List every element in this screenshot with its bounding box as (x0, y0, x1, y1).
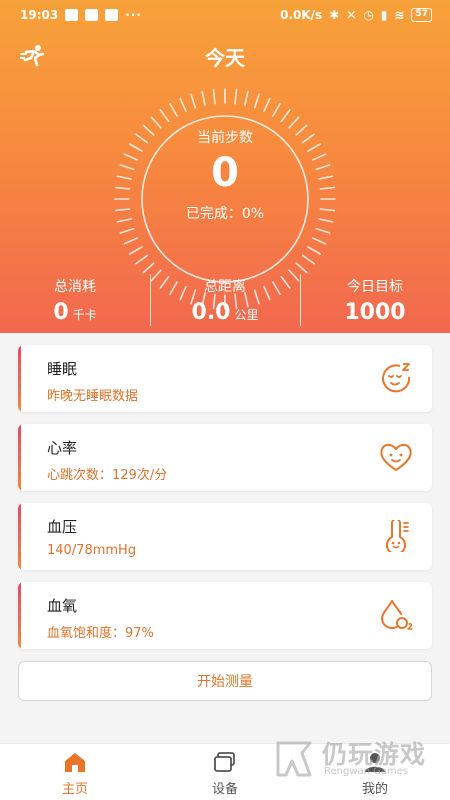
dial-tick (315, 227, 331, 234)
more-notifications-icon: ··· (125, 8, 142, 22)
stats-row: 总消耗 0 千卡 总距离 0.0 公里 今日目标 1000 (0, 270, 450, 330)
card-accent-bar (18, 582, 21, 649)
card-heart-rate[interactable]: 心率 心跳次数：129次/分 (18, 424, 432, 491)
dial-tick (212, 88, 216, 105)
card-accent-bar (18, 345, 21, 412)
dial-tick (123, 237, 139, 245)
status-bar: 19:03 ··· 0.0K/s ✱ ✕ ◷ ▮ ≋ 57 (0, 0, 450, 30)
device-icon (214, 752, 235, 772)
dial-tick (179, 97, 187, 113)
dial-tick (201, 90, 206, 106)
stat-unit: 公里 (234, 308, 259, 322)
runner-icon[interactable] (20, 44, 46, 68)
card-title: 血氧 (47, 597, 78, 615)
steps-completion: 已完成：0% (185, 206, 265, 222)
app-notification-icon (105, 9, 119, 21)
bluetooth-icon: ✱ (329, 8, 340, 22)
tab-home[interactable]: 主页 (0, 744, 150, 800)
message-icon (85, 9, 99, 21)
health-cards: 睡眠 昨晚无睡眠数据 心率 心跳次数：129次/分 血压 140/78mmHg … (18, 345, 432, 661)
stat-label: 总消耗 (54, 279, 96, 295)
dial-tick (263, 97, 271, 113)
tab-device[interactable]: 设备 (150, 744, 300, 800)
bottom-tab-bar: 主页 设备 我的 (0, 743, 450, 800)
stat-unit: 千卡 (72, 308, 97, 322)
mute-icon: ✕ (346, 8, 357, 22)
profile-icon (365, 753, 385, 772)
card-subtitle: 140/78mmHg (47, 543, 137, 558)
card-accent-bar (18, 424, 21, 491)
stat-label: 今日目标 (347, 279, 403, 295)
dial-tick (244, 90, 249, 106)
steps-label: 当前步数 (197, 130, 253, 146)
status-time: 19:03 (20, 8, 59, 22)
stat-value: 1000 (344, 300, 406, 325)
dial-tick (135, 254, 149, 265)
tab-label: 设备 (211, 782, 238, 797)
wifi-icon: ≋ (394, 8, 405, 22)
header: 19:03 ··· 0.0K/s ✱ ✕ ◷ ▮ ≋ 57 今天 当前步数 0 … (0, 0, 450, 333)
sleep-face-icon (382, 363, 411, 393)
page-title: 今天 (205, 45, 245, 70)
stat-value: 0 (53, 300, 69, 325)
signal-icon: ▮ (380, 8, 388, 22)
dial-tick (280, 109, 291, 123)
card-accent-bar (18, 503, 21, 570)
oxygen-drop-icon (380, 600, 413, 630)
dial-tick (119, 227, 135, 234)
heart-face-icon (380, 443, 412, 471)
dial-tick (190, 93, 197, 109)
stat-distance: 总距离 0.0 公里 (150, 270, 300, 330)
tab-profile[interactable]: 我的 (300, 744, 450, 800)
card-subtitle: 血氧饱和度：97% (47, 626, 154, 641)
dial-tick (128, 246, 143, 255)
dial-tick (169, 102, 178, 117)
thermometer-face-icon (386, 520, 409, 552)
stat-label: 总距离 (204, 279, 246, 295)
card-subtitle: 心跳次数：129次/分 (47, 468, 168, 483)
tab-label: 我的 (361, 782, 388, 797)
alarm-icon: ◷ (363, 8, 374, 22)
dial-tick (253, 93, 260, 109)
title-bar: 今天 (0, 38, 450, 74)
network-speed: 0.0K/s (280, 8, 323, 22)
dial-tick (234, 88, 238, 105)
home-icon (65, 753, 85, 772)
tab-label: 主页 (61, 782, 88, 797)
stat-calories: 总消耗 0 千卡 (0, 270, 150, 330)
dial-tick (159, 109, 170, 123)
stat-goal[interactable]: 今日目标 1000 (300, 270, 450, 330)
notification-icon (65, 9, 79, 21)
card-title: 心率 (47, 439, 78, 457)
steps-value: 0 (211, 150, 239, 196)
dial-tick (301, 254, 315, 265)
card-blood-oxygen[interactable]: 血氧 血氧饱和度：97% (18, 582, 432, 649)
dial-tick (307, 246, 322, 255)
stat-value: 0.0 (191, 300, 231, 325)
card-title: 睡眠 (47, 360, 78, 378)
card-subtitle: 昨晚无睡眠数据 (47, 389, 139, 404)
card-title: 血压 (47, 518, 78, 536)
start-measure-button[interactable]: 开始测量 (18, 661, 432, 701)
card-blood-pressure[interactable]: 血压 140/78mmHg (18, 503, 432, 570)
battery-icon: 57 (411, 8, 432, 22)
dial-tick (272, 102, 281, 117)
card-sleep[interactable]: 睡眠 昨晚无睡眠数据 (18, 345, 432, 412)
dial-tick (311, 237, 327, 245)
